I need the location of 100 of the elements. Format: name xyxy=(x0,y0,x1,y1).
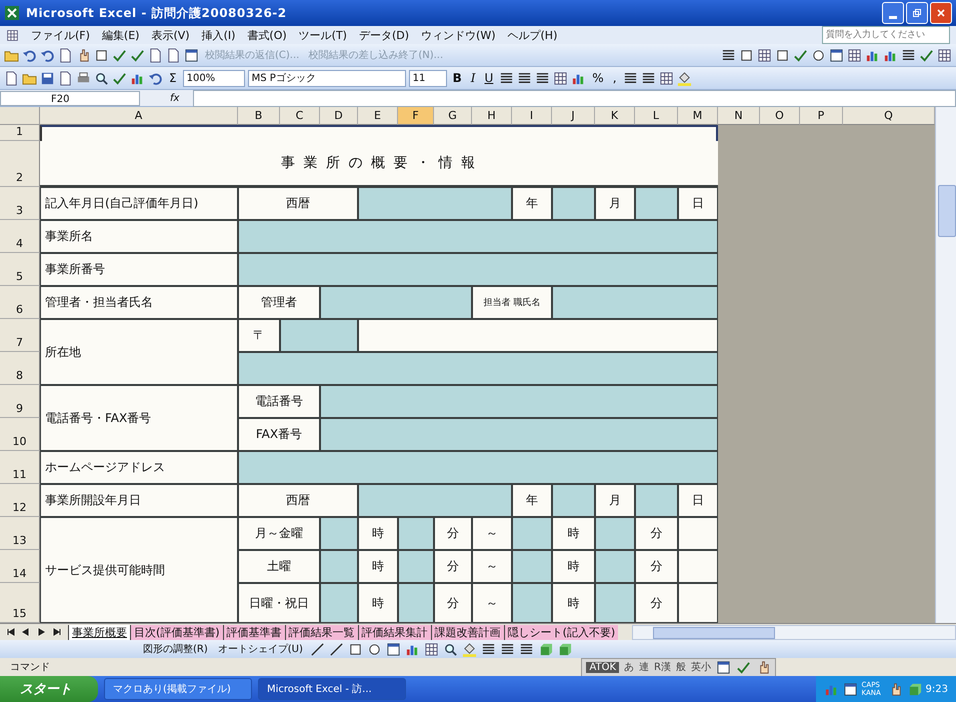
help-search-field[interactable]: 質問を入力してください xyxy=(822,26,950,44)
sheet-tab[interactable]: 目次(評価基準書) xyxy=(130,624,223,640)
window-icon[interactable] xyxy=(386,642,401,656)
ime-button[interactable]: ATOK xyxy=(586,662,620,672)
input-cell[interactable] xyxy=(635,484,678,517)
column-header[interactable]: H xyxy=(472,107,512,125)
table-icon[interactable] xyxy=(757,48,772,62)
menu-item[interactable]: 表示(V) xyxy=(151,28,190,42)
undo-icon[interactable] xyxy=(148,70,163,86)
document-icon[interactable] xyxy=(166,48,181,62)
input-cell[interactable] xyxy=(398,550,434,583)
input-cell[interactable] xyxy=(320,550,358,583)
column-header[interactable]: Q xyxy=(843,107,935,125)
window-icon[interactable] xyxy=(184,48,199,62)
minimize-button[interactable] xyxy=(882,2,904,24)
align-icon[interactable] xyxy=(721,48,736,62)
vertical-scrollbar[interactable] xyxy=(935,107,956,623)
taskbar-button[interactable]: Microsoft Excel - 訪... xyxy=(258,678,406,700)
close-button[interactable] xyxy=(930,2,952,24)
column-header[interactable]: C xyxy=(280,107,320,125)
toolbar-command[interactable]: オートシェイプ(U) xyxy=(214,642,306,656)
ime-button[interactable]: R漢 xyxy=(654,660,671,674)
document-icon[interactable] xyxy=(4,70,19,86)
input-cell[interactable] xyxy=(552,484,595,517)
input-cell[interactable] xyxy=(552,286,718,319)
row-header[interactable]: 8 xyxy=(0,352,40,385)
ime-button[interactable]: 英小 xyxy=(691,660,711,674)
line-icon[interactable] xyxy=(310,642,325,656)
checkmark-icon[interactable] xyxy=(130,48,145,62)
row-header[interactable]: 13 xyxy=(0,517,40,550)
align-icon[interactable] xyxy=(500,642,515,656)
fill-color-icon[interactable] xyxy=(462,642,477,656)
rectangle-icon[interactable] xyxy=(348,642,363,656)
ime-button[interactable]: 般 xyxy=(676,660,686,674)
checkmark-icon[interactable] xyxy=(736,660,751,674)
input-cell[interactable] xyxy=(320,286,472,319)
table-icon[interactable] xyxy=(6,28,19,42)
row-header[interactable]: 15 xyxy=(0,583,40,623)
align-icon[interactable] xyxy=(480,642,496,656)
window-icon[interactable] xyxy=(842,682,858,696)
fill-color-icon[interactable] xyxy=(676,70,692,86)
input-cell[interactable] xyxy=(512,517,552,550)
input-cell[interactable] xyxy=(320,385,718,418)
search-icon[interactable] xyxy=(94,70,109,86)
row-header[interactable]: 6 xyxy=(0,286,40,319)
input-cell[interactable] xyxy=(595,517,635,550)
autosum-button[interactable]: Σ xyxy=(166,71,180,85)
input-cell[interactable] xyxy=(398,517,434,550)
input-cell[interactable] xyxy=(320,583,358,623)
input-cell[interactable] xyxy=(238,220,718,253)
row-header[interactable]: 4 xyxy=(0,220,40,253)
name-box[interactable]: F20 xyxy=(0,90,140,106)
toolbar-command[interactable]: 図形の調整(R) xyxy=(140,642,211,656)
column-header[interactable]: N xyxy=(718,107,760,125)
sheet-tab[interactable]: 評価基準書 xyxy=(222,624,285,640)
taskbar-button[interactable]: マクロあり(掲載ファイル) xyxy=(104,678,252,700)
column-header[interactable]: E xyxy=(358,107,398,125)
menu-item[interactable]: ウィンドウ(W) xyxy=(421,28,496,42)
sheet-tab[interactable]: 隠しシート(記入不要) xyxy=(504,624,618,640)
column-header[interactable]: O xyxy=(760,107,800,125)
input-cell[interactable] xyxy=(552,187,595,220)
sheet-tab[interactable]: 事業所概要 xyxy=(68,624,130,640)
checkmark-icon[interactable] xyxy=(112,48,127,62)
oval-icon[interactable] xyxy=(366,642,382,656)
align-icon[interactable] xyxy=(901,48,916,62)
function-button[interactable]: fx xyxy=(140,92,194,104)
table-icon[interactable] xyxy=(424,642,439,656)
input-cell[interactable] xyxy=(512,550,552,583)
column-header[interactable]: K xyxy=(595,107,635,125)
row-header[interactable]: 1 xyxy=(0,125,40,141)
font-size-dropdown[interactable]: 11 xyxy=(408,70,447,86)
column-header[interactable]: B xyxy=(238,107,280,125)
rectangle-icon[interactable] xyxy=(94,48,109,62)
zoom-dropdown[interactable]: 100% xyxy=(182,70,245,86)
menu-item[interactable]: 挿入(I) xyxy=(202,28,236,42)
checkmark-icon[interactable] xyxy=(112,70,127,86)
menu-item[interactable]: データ(D) xyxy=(358,28,410,42)
sheet-tab[interactable]: 課題改善計画 xyxy=(430,624,504,640)
table-icon[interactable] xyxy=(937,48,952,62)
row-header[interactable]: 11 xyxy=(0,451,40,484)
menu-item[interactable]: ファイル(F) xyxy=(31,28,90,42)
align-icon[interactable] xyxy=(499,70,514,86)
line-icon[interactable] xyxy=(328,642,344,656)
start-button[interactable]: スタート xyxy=(0,676,98,702)
horizontal-scrollbar[interactable] xyxy=(632,624,956,640)
save-icon[interactable] xyxy=(40,70,55,86)
bold-button[interactable]: B xyxy=(450,71,465,85)
column-header[interactable]: F xyxy=(398,107,434,125)
percent-button[interactable]: % xyxy=(589,71,607,85)
row-header[interactable]: 12 xyxy=(0,484,40,517)
column-header[interactable]: G xyxy=(434,107,472,125)
input-cell[interactable] xyxy=(238,352,718,385)
align-icon[interactable] xyxy=(622,70,638,86)
window-icon[interactable] xyxy=(716,660,731,674)
input-cell[interactable] xyxy=(238,253,718,286)
font-dropdown[interactable]: MS Pゴシック xyxy=(248,70,406,86)
formula-field[interactable] xyxy=(193,90,956,106)
comma-button[interactable]: , xyxy=(610,71,620,85)
row-header[interactable]: 5 xyxy=(0,253,40,286)
undo-icon[interactable] xyxy=(40,48,55,62)
